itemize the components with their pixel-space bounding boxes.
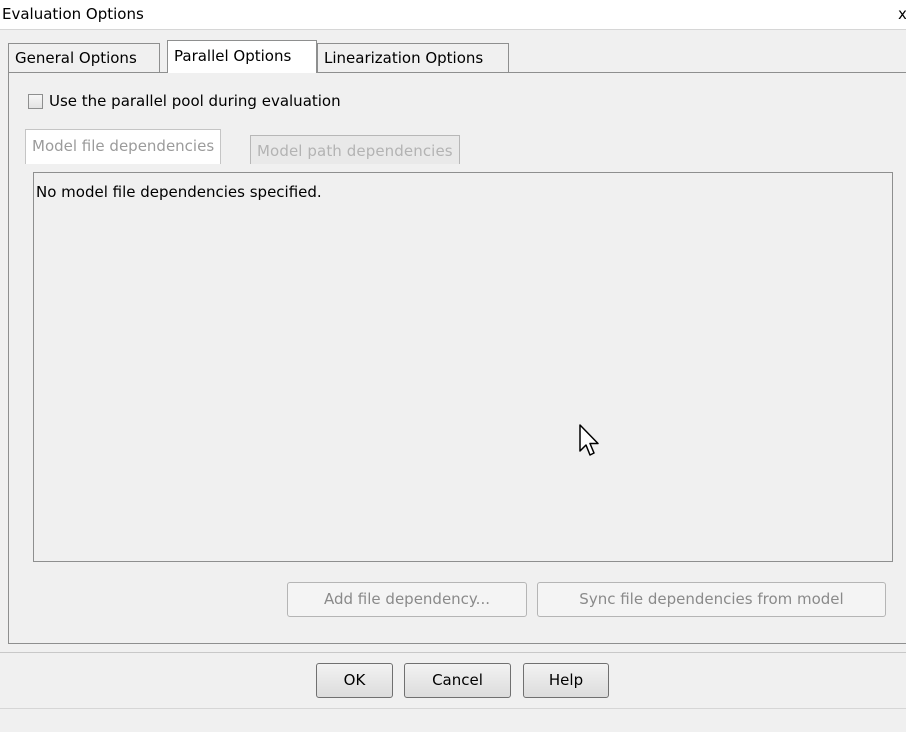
status-bar: [0, 708, 906, 732]
ok-button[interactable]: OK: [316, 663, 393, 698]
footer-separator: [0, 652, 906, 653]
use-parallel-pool-option[interactable]: Use the parallel pool during evaluation: [28, 91, 341, 111]
cancel-button[interactable]: Cancel: [404, 663, 511, 698]
title-bar: Evaluation Options x: [0, 0, 906, 30]
window-title: Evaluation Options: [2, 5, 144, 23]
evaluation-options-window: Evaluation Options x General Options Par…: [0, 0, 906, 732]
add-file-dependency-button[interactable]: Add file dependency...: [287, 582, 527, 617]
empty-dependencies-message: No model file dependencies specified.: [36, 183, 322, 201]
tab-model-path-dependencies[interactable]: Model path dependencies: [250, 135, 460, 164]
use-parallel-pool-checkbox[interactable]: [28, 93, 43, 109]
mouse-pointer-icon: [579, 424, 599, 456]
tab-model-file-dependencies[interactable]: Model file dependencies: [25, 129, 222, 164]
sync-file-dependencies-button[interactable]: Sync file dependencies from model: [537, 582, 886, 617]
help-button[interactable]: Help: [523, 663, 609, 698]
close-icon[interactable]: x: [898, 5, 906, 23]
tab-general-options[interactable]: General Options: [8, 43, 160, 73]
file-dependencies-list[interactable]: [33, 172, 893, 562]
use-parallel-pool-label: Use the parallel pool during evaluation: [49, 92, 341, 110]
tab-parallel-options[interactable]: Parallel Options: [167, 40, 317, 73]
tab-linearization-options[interactable]: Linearization Options: [317, 43, 509, 73]
